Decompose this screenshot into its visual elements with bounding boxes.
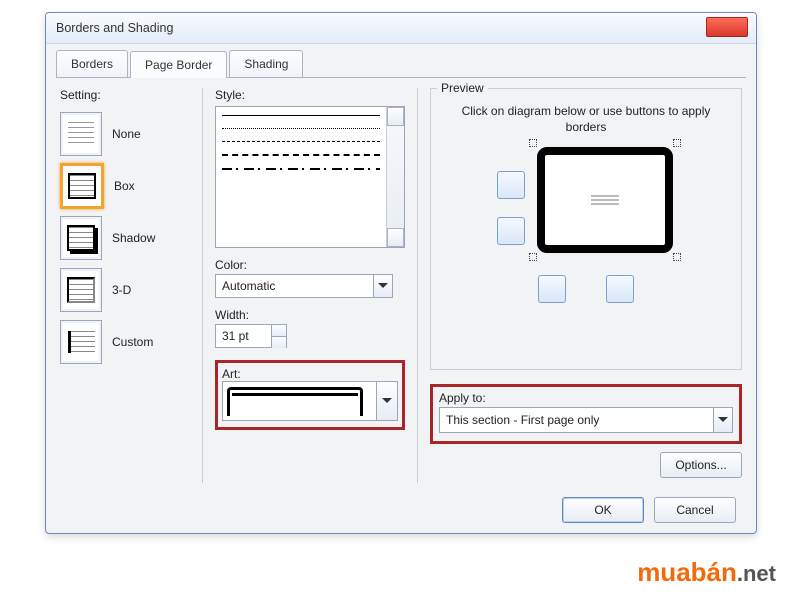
setting-3d-label: 3-D — [112, 283, 131, 297]
preview-right-border-button[interactable] — [606, 275, 634, 303]
tab-borders-label: Borders — [71, 57, 113, 71]
tab-shading[interactable]: Shading — [229, 50, 303, 77]
ok-button[interactable]: OK — [562, 497, 644, 523]
preview-fieldset: Preview Click on diagram below or use bu… — [430, 88, 742, 370]
scroll-up-icon[interactable] — [387, 107, 404, 126]
width-value: 31 pt — [216, 329, 271, 343]
setting-custom-label: Custom — [112, 335, 153, 349]
setting-shadow-icon — [60, 216, 102, 260]
style-list[interactable] — [215, 106, 405, 248]
window-title: Borders and Shading — [56, 21, 173, 35]
close-icon[interactable] — [706, 17, 748, 37]
brand-main: muabán — [637, 557, 737, 587]
style-dashed-wide-icon[interactable] — [222, 154, 380, 156]
setting-header: Setting: — [60, 88, 190, 102]
style-dotted-icon[interactable] — [222, 128, 380, 129]
setting-none-icon — [60, 112, 102, 156]
preview-bottom-border-button[interactable] — [497, 217, 525, 245]
watermark: muabán.net — [637, 557, 776, 588]
art-preview-icon — [227, 387, 363, 416]
setting-custom-icon — [60, 320, 102, 364]
scroll-down-icon[interactable] — [387, 228, 404, 247]
apply-to-highlight: Apply to: This section - First page only — [430, 384, 742, 444]
apply-to-label: Apply to: — [439, 391, 733, 405]
setting-shadow[interactable]: Shadow — [60, 212, 190, 264]
brand-suffix: .net — [737, 561, 776, 586]
preview-left-border-button[interactable] — [538, 275, 566, 303]
apply-to-value: This section - First page only — [446, 413, 599, 427]
art-label: Art: — [222, 367, 398, 381]
style-column: Style: Color: — [215, 88, 405, 483]
options-button[interactable]: Options... — [660, 452, 742, 478]
setting-3d-icon — [60, 268, 102, 312]
preview-legend: Preview — [437, 81, 488, 95]
art-highlight: Art: — [215, 360, 405, 430]
chevron-down-icon[interactable] — [713, 408, 732, 432]
setting-box-icon — [60, 163, 104, 209]
setting-none-label: None — [112, 127, 141, 141]
tab-shading-label: Shading — [244, 57, 288, 71]
color-value: Automatic — [222, 279, 275, 293]
preview-column: Preview Click on diagram below or use bu… — [430, 88, 742, 483]
chevron-down-icon[interactable] — [373, 275, 392, 297]
style-dashdot-icon[interactable] — [222, 168, 380, 170]
art-dropdown[interactable] — [222, 381, 398, 421]
setting-shadow-label: Shadow — [112, 231, 155, 245]
chevron-down-icon[interactable] — [376, 382, 397, 420]
setting-none[interactable]: None — [60, 108, 190, 160]
style-dashed-icon[interactable] — [222, 141, 380, 142]
setting-box-label: Box — [114, 179, 135, 193]
titlebar[interactable]: Borders and Shading — [46, 13, 756, 44]
tab-borders[interactable]: Borders — [56, 50, 128, 77]
spin-down-icon[interactable] — [271, 337, 286, 348]
apply-to-dropdown[interactable]: This section - First page only — [439, 407, 733, 433]
setting-column: Setting: None Box Shadow 3-D — [60, 88, 190, 483]
preview-top-border-button[interactable] — [497, 171, 525, 199]
setting-custom[interactable]: Custom — [60, 316, 190, 368]
ok-button-label: OK — [594, 503, 611, 517]
page-frame-icon — [537, 147, 673, 253]
color-label: Color: — [215, 258, 405, 272]
borders-shading-dialog: Borders and Shading Borders Page Border … — [45, 12, 757, 534]
spin-up-icon[interactable] — [271, 325, 286, 337]
preview-hint: Click on diagram below or use buttons to… — [451, 103, 721, 135]
cancel-button[interactable]: Cancel — [654, 497, 736, 523]
setting-box[interactable]: Box — [60, 160, 190, 212]
width-spinner[interactable]: 31 pt — [215, 324, 287, 348]
cancel-button-label: Cancel — [676, 503, 713, 517]
width-label: Width: — [215, 308, 405, 322]
style-solid-icon[interactable] — [222, 115, 380, 116]
style-header: Style: — [215, 88, 405, 102]
setting-3d[interactable]: 3-D — [60, 264, 190, 316]
style-scrollbar[interactable] — [386, 107, 404, 247]
page-preview[interactable] — [535, 145, 675, 255]
tab-page-border-label: Page Border — [145, 58, 212, 72]
options-button-label: Options... — [675, 458, 726, 472]
color-dropdown[interactable]: Automatic — [215, 274, 393, 298]
tabs: Borders Page Border Shading — [46, 44, 756, 77]
tab-page-border[interactable]: Page Border — [130, 51, 227, 78]
